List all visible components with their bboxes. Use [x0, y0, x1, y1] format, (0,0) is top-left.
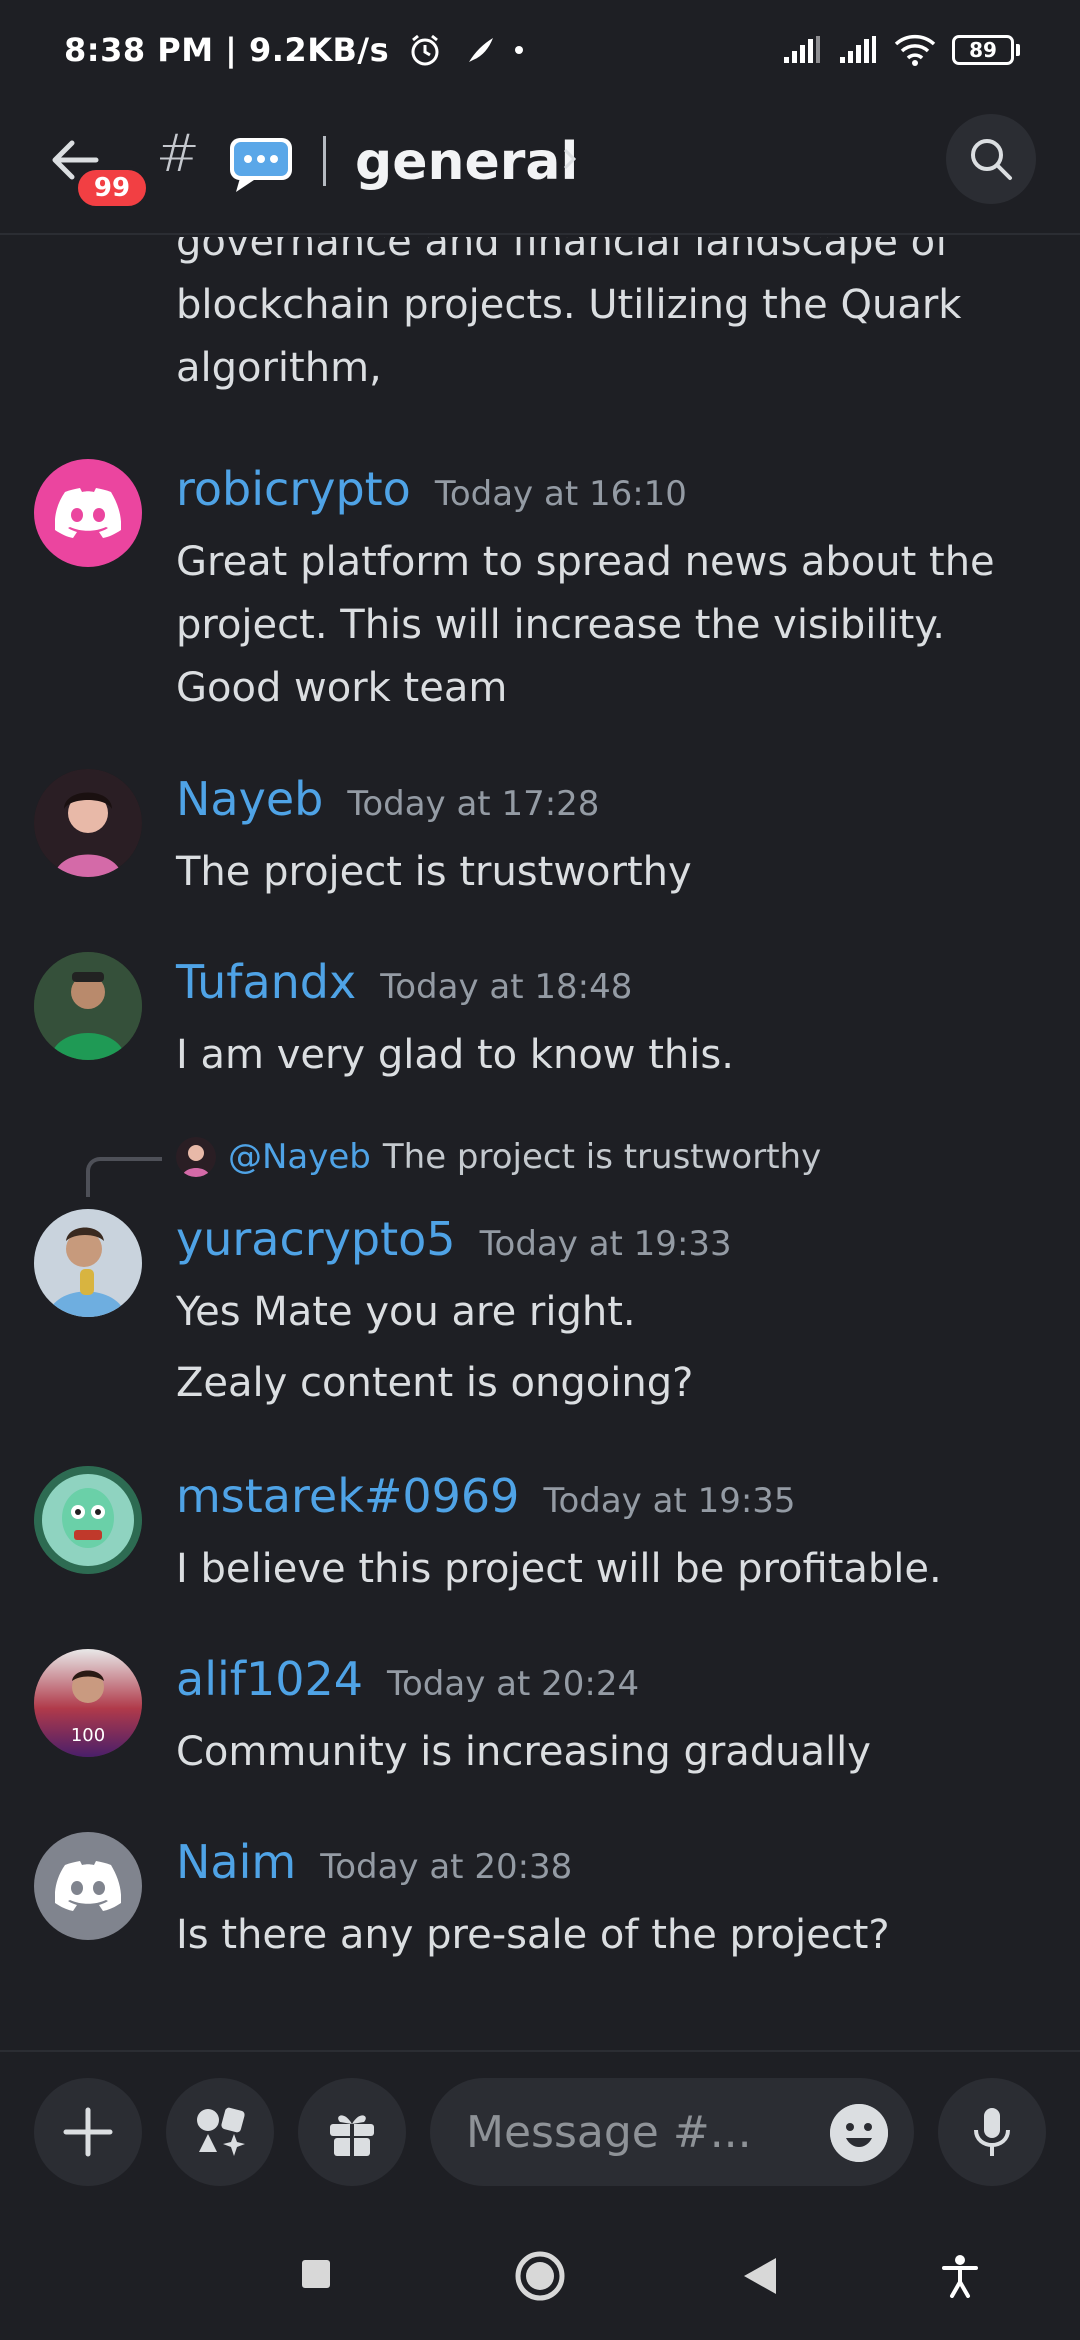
- recent-apps-icon[interactable]: [300, 2258, 332, 2290]
- username[interactable]: Nayeb: [176, 772, 323, 826]
- user-photo-icon: [34, 769, 142, 877]
- microphone-icon: [974, 2108, 1010, 2156]
- username[interactable]: mstarek#0969: [176, 1469, 519, 1523]
- home-icon[interactable]: [514, 2250, 566, 2302]
- message-header: Nayeb Today at 17:28: [176, 772, 599, 826]
- message-text: Zealy content is ongoing?: [176, 1360, 694, 1406]
- message-text: Community is increasing gradually: [176, 1729, 871, 1775]
- message-text: I believe this project will be profitabl…: [176, 1546, 942, 1592]
- timestamp: Today at 16:10: [434, 474, 687, 514]
- reply-mention[interactable]: @Nayeb: [228, 1137, 371, 1177]
- message-header: robicrypto Today at 16:10: [176, 462, 687, 516]
- reply-text: The project is trustworthy: [382, 1137, 822, 1177]
- message-text: The project is trustworthy: [176, 849, 692, 895]
- message-composer: Message #...: [0, 2050, 1080, 2210]
- wifi-icon: [894, 34, 936, 66]
- reply-connector: [86, 1157, 162, 1197]
- username[interactable]: yuracrypto5: [176, 1212, 456, 1266]
- message-text: governance and financial landscape of bl…: [176, 237, 962, 391]
- feather-icon: [469, 38, 494, 62]
- avatar[interactable]: [34, 1832, 142, 1940]
- notification-dot: [515, 46, 524, 54]
- reply-avatar: [176, 1137, 216, 1177]
- message-header: mstarek#0969 Today at 19:35: [176, 1469, 796, 1523]
- status-bar: 8:38 PM | 9.2KB/s 89: [0, 0, 1080, 100]
- message-header: Tufandx Today at 18:48: [176, 955, 632, 1009]
- accessibility-icon[interactable]: [940, 2254, 980, 2298]
- alarm-icon: [411, 34, 439, 66]
- smiley-icon: [830, 2104, 888, 2162]
- avatar[interactable]: [34, 952, 142, 1060]
- message-input-placeholder: Message #...: [466, 2106, 752, 2158]
- timestamp: Today at 19:33: [479, 1224, 732, 1264]
- search-icon: [971, 139, 1012, 180]
- battery-indicator: 89: [952, 35, 1020, 65]
- username[interactable]: robicrypto: [176, 462, 411, 516]
- signal-icon: [784, 36, 820, 63]
- avatar[interactable]: [34, 1466, 142, 1574]
- avatar[interactable]: [34, 1209, 142, 1317]
- timestamp: Today at 19:35: [543, 1481, 796, 1521]
- user-photo-icon: [34, 1466, 142, 1574]
- emoji-button[interactable]: [830, 2104, 888, 2162]
- unread-badge: 99: [74, 166, 150, 210]
- message-text: I am very glad to know this.: [176, 1032, 734, 1078]
- username[interactable]: Tufandx: [176, 955, 356, 1009]
- message-list[interactable]: governance and financial landscape of bl…: [0, 237, 1080, 2047]
- username[interactable]: alif1024: [176, 1652, 363, 1706]
- gift-icon: [330, 2115, 374, 2156]
- message-header: Naim Today at 20:38: [176, 1835, 572, 1889]
- message-header: yuracrypto5 Today at 19:33: [176, 1212, 732, 1266]
- attach-button[interactable]: [34, 2078, 142, 2186]
- system-navigation-bar: [0, 2210, 1080, 2340]
- svg-text:100: 100: [71, 1725, 105, 1746]
- discord-logo-icon: [55, 1861, 121, 1911]
- search-button[interactable]: [946, 114, 1036, 204]
- user-photo-icon: [34, 952, 142, 1060]
- user-photo-icon: [34, 1209, 142, 1317]
- timestamp: Today at 20:38: [320, 1847, 573, 1887]
- message-text: Yes Mate you are right.: [176, 1289, 636, 1335]
- message-text: Great platform to spread news about the …: [176, 539, 995, 711]
- back-nav-icon[interactable]: [742, 2256, 778, 2296]
- avatar[interactable]: [34, 769, 142, 877]
- timestamp: Today at 20:24: [387, 1664, 640, 1704]
- voice-button[interactable]: [938, 2078, 1046, 2186]
- user-photo-icon: 100: [34, 1649, 142, 1757]
- apps-button[interactable]: [166, 2078, 274, 2186]
- chat-bubble-icon: [226, 134, 296, 198]
- timestamp: Today at 18:48: [380, 967, 633, 1007]
- header-divider: [323, 136, 326, 186]
- message-text: Is there any pre-sale of the project?: [176, 1912, 890, 1958]
- battery-level: 89: [969, 38, 997, 62]
- plus-icon: [63, 2107, 113, 2157]
- chevron-right-icon[interactable]: [560, 144, 580, 174]
- username[interactable]: Naim: [176, 1835, 296, 1889]
- apps-icon: [197, 2107, 245, 2156]
- signal-icon-2: [840, 36, 876, 63]
- avatar[interactable]: 100: [34, 1649, 142, 1757]
- hashtag-icon: #: [156, 124, 200, 184]
- gift-button[interactable]: [298, 2078, 406, 2186]
- message-header: alif1024 Today at 20:24: [176, 1652, 639, 1706]
- discord-logo-icon: [55, 488, 121, 538]
- reply-preview[interactable]: @Nayeb The project is trustworthy: [176, 1137, 821, 1177]
- avatar[interactable]: [34, 459, 142, 567]
- status-time: 8:38 PM | 9.2KB/s: [64, 31, 390, 69]
- channel-header: 99 # general: [0, 100, 1080, 235]
- channel-title[interactable]: general: [355, 132, 578, 192]
- timestamp: Today at 17:28: [347, 784, 600, 824]
- message-input[interactable]: Message #...: [430, 2078, 914, 2186]
